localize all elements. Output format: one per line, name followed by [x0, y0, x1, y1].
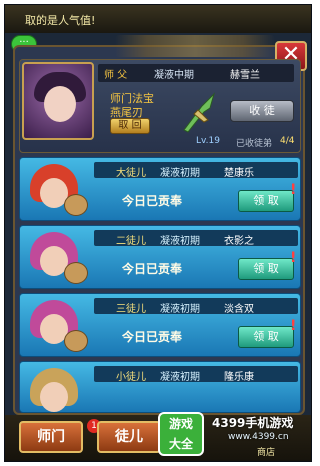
disciple-stage: 凝液初期: [160, 372, 200, 383]
master-name: 赫雪兰: [230, 70, 260, 81]
master-info-bar: 师 父 凝液中期 赫雪兰: [98, 64, 294, 82]
disciple-status: 今日已贡奉: [122, 194, 183, 208]
master-section: 师 父 凝液中期 赫雪兰 师门法宝 燕尾刃 取 回 Lv.19 收 徒 已收徒弟…: [19, 59, 301, 153]
banner-text: 取的是人气值!: [25, 14, 96, 27]
shop-label[interactable]: 商店: [257, 445, 275, 458]
disciple-name: 衣影之: [224, 236, 254, 247]
tab-master[interactable]: 师门: [19, 421, 83, 453]
disciple-stage: 凝液初期: [160, 168, 200, 179]
treasure-weapon-icon: [183, 92, 216, 133]
alert-icon: !: [290, 318, 297, 334]
treasure-level: Lv.19: [196, 136, 220, 146]
accepted-disciples-count: 4/4: [280, 136, 295, 146]
alert-icon: !: [290, 250, 297, 266]
disciple-row-3: 三徒儿 凝液初期 淡含双 今日已贡奉 领 取 !: [19, 293, 301, 357]
pet-icon: [64, 262, 88, 284]
claim-button[interactable]: 领 取: [238, 190, 294, 212]
pet-icon: [64, 194, 88, 216]
watermark-logo: 游戏 大全: [158, 412, 204, 456]
disciple-avatar: [24, 228, 90, 286]
disciple-face: [40, 382, 68, 412]
disciple-rank: 二徒儿: [116, 236, 146, 247]
disciple-status: 今日已贡奉: [122, 330, 183, 344]
top-banner: 取的是人气值!: [5, 5, 311, 33]
disciple-status: 今日已贡奉: [122, 262, 183, 276]
disciple-row-2: 二徒儿 凝液初期 衣影之 今日已贡奉 领 取 !: [19, 225, 301, 289]
master-avatar: [22, 62, 94, 140]
disciple-row-4: 小徒儿 凝液初期 隆乐康: [19, 361, 301, 413]
accepted-disciples-label: 已收徒弟: [236, 139, 273, 149]
take-back-button[interactable]: 取 回: [110, 118, 150, 134]
accept-disciple-button[interactable]: 收 徒: [230, 100, 294, 122]
disciple-avatar: [24, 160, 90, 218]
disciple-rank: 小徒儿: [116, 372, 146, 383]
watermark-logo-line1: 游戏: [168, 417, 193, 431]
claim-button[interactable]: 领 取: [238, 326, 294, 348]
watermark-url: www.4399.cn: [228, 432, 289, 442]
disciple-avatar: [24, 296, 90, 354]
disciple-rank: 三徒儿: [116, 304, 146, 315]
claim-button[interactable]: 领 取: [238, 258, 294, 280]
watermark-logo-line2: 大全: [168, 437, 193, 451]
master-face: [44, 86, 76, 122]
game-window: 取的是人气值! ··· ✕ 师 父 凝液中期 赫雪兰 师门法宝 燕尾刃 取 回 …: [4, 4, 312, 462]
tab-disciple[interactable]: 徒儿: [97, 421, 161, 453]
watermark-title: 4399手机游戏: [212, 416, 294, 430]
weapons-decoration: [115, 35, 275, 57]
master-stage: 凝液中期: [154, 70, 194, 81]
disciple-stage: 凝液初期: [160, 304, 200, 315]
disciple-name: 淡含双: [224, 304, 254, 315]
disciple-avatar: [24, 364, 90, 422]
disciple-name: 隆乐康: [224, 372, 254, 383]
disciple-row-1: 大徒儿 凝液初期 楚康乐 今日已贡奉 领 取 !: [19, 157, 301, 221]
master-label: 师 父: [104, 70, 128, 81]
alert-icon: !: [290, 182, 297, 198]
disciple-stage: 凝液初期: [160, 236, 200, 247]
pet-icon: [64, 330, 88, 352]
disciple-rank: 大徒儿: [116, 168, 146, 179]
disciple-name: 楚康乐: [224, 168, 254, 179]
